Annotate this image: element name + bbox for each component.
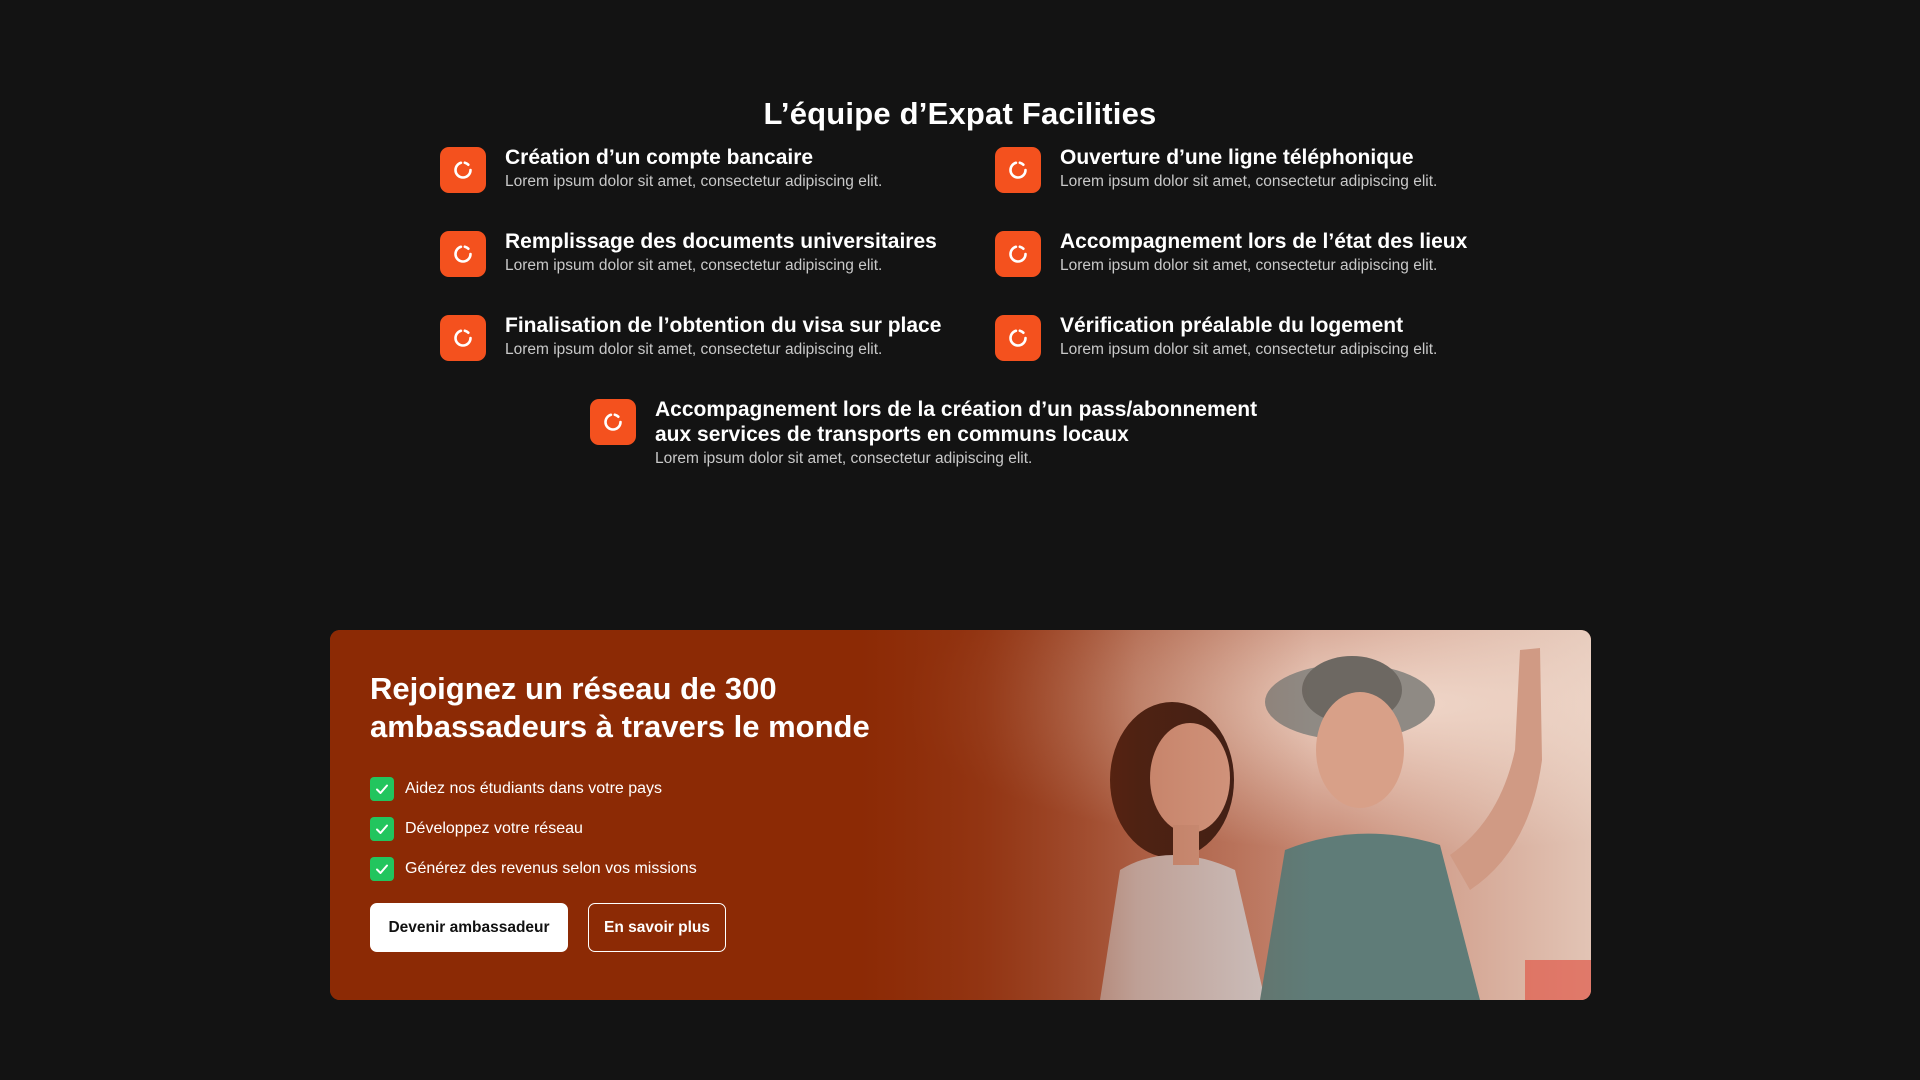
- benefits-list: Aidez nos étudiants dans votre pays Déve…: [370, 776, 970, 881]
- benefit-label: Développez votre réseau: [405, 819, 583, 837]
- feature-title: Accompagnement lors de l’état des lieux: [1060, 230, 1468, 253]
- learn-more-button[interactable]: En savoir plus: [588, 903, 726, 952]
- feature-title: Création d’un compte bancaire: [505, 146, 814, 169]
- feature-title: Ouverture d’une ligne téléphonique: [1060, 146, 1414, 169]
- feature-title: Accompagnement lors de la création d’un …: [655, 398, 1258, 446]
- loader-icon: [440, 315, 486, 361]
- feature-title: Vérification préalable du logement: [1060, 314, 1404, 337]
- loader-icon: [440, 231, 486, 277]
- feature-description: Lorem ipsum dolor sit amet, consectetur …: [505, 341, 883, 358]
- banner-title: Rejoignez un réseau de 300 ambassadeurs …: [370, 671, 870, 744]
- become-ambassador-button[interactable]: Devenir ambassadeur: [370, 903, 568, 952]
- benefit-item: Développez votre réseau: [370, 816, 970, 841]
- feature-description: Lorem ipsum dolor sit amet, consectetur …: [505, 173, 883, 190]
- feature-description: Lorem ipsum dolor sit amet, consectetur …: [1060, 173, 1438, 190]
- feature-item-housing-check: Vérification préalable du logement Lorem…: [995, 313, 1437, 361]
- feature-item-transport-pass: Accompagnement lors de la création d’un …: [590, 397, 1350, 469]
- loader-icon: [995, 231, 1041, 277]
- check-icon: [370, 776, 394, 801]
- feature-item-phone-line: Ouverture d’une ligne téléphonique Lorem…: [995, 145, 1437, 193]
- loader-icon: [995, 315, 1041, 361]
- feature-title: Finalisation de l’obtention du visa sur …: [505, 314, 942, 337]
- feature-item-inventory-check: Accompagnement lors de l’état des lieux …: [995, 229, 1467, 277]
- benefit-label: Générez des revenus selon vos missions: [405, 859, 697, 877]
- feature-description: Lorem ipsum dolor sit amet, consectetur …: [1060, 257, 1438, 274]
- feature-description: Lorem ipsum dolor sit amet, consectetur …: [505, 257, 883, 274]
- check-icon: [370, 816, 394, 841]
- section-title: L’équipe d’Expat Facilities: [763, 95, 1157, 131]
- feature-description: Lorem ipsum dolor sit amet, consectetur …: [655, 450, 1033, 467]
- loader-icon: [440, 147, 486, 193]
- benefit-item: Aidez nos étudiants dans votre pays: [370, 776, 970, 801]
- ambassador-banner: Rejoignez un réseau de 300 ambassadeurs …: [330, 630, 1591, 1000]
- feature-title: Remplissage des documents universitaires: [505, 230, 937, 253]
- feature-item-university-documents: Remplissage des documents universitaires…: [440, 229, 937, 277]
- loader-icon: [590, 399, 636, 445]
- feature-description: Lorem ipsum dolor sit amet, consectetur …: [1060, 341, 1438, 358]
- benefit-label: Aidez nos étudiants dans votre pays: [405, 779, 663, 797]
- feature-item-visa: Finalisation de l’obtention du visa sur …: [440, 313, 941, 361]
- check-icon: [370, 856, 394, 881]
- feature-item-bank-account: Création d’un compte bancaire Lorem ipsu…: [440, 145, 882, 193]
- benefit-item: Générez des revenus selon vos missions: [370, 856, 970, 881]
- loader-icon: [995, 147, 1041, 193]
